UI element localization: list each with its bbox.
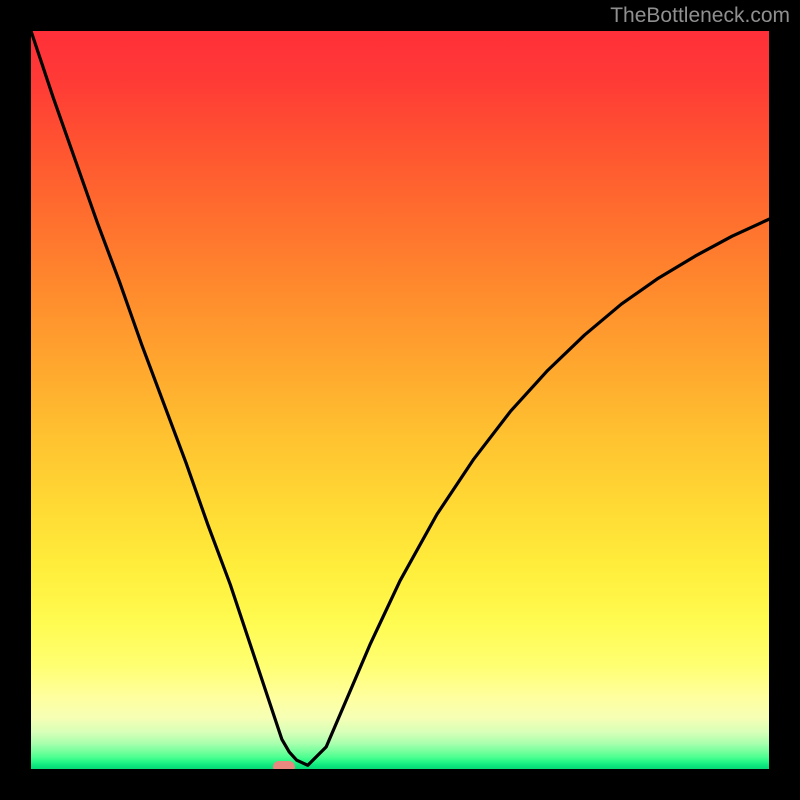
watermark-text: TheBottleneck.com xyxy=(610,4,790,28)
optimal-marker xyxy=(273,761,295,769)
chart-frame: TheBottleneck.com xyxy=(0,0,800,800)
plot-area xyxy=(31,31,769,769)
bottleneck-curve xyxy=(31,31,769,769)
